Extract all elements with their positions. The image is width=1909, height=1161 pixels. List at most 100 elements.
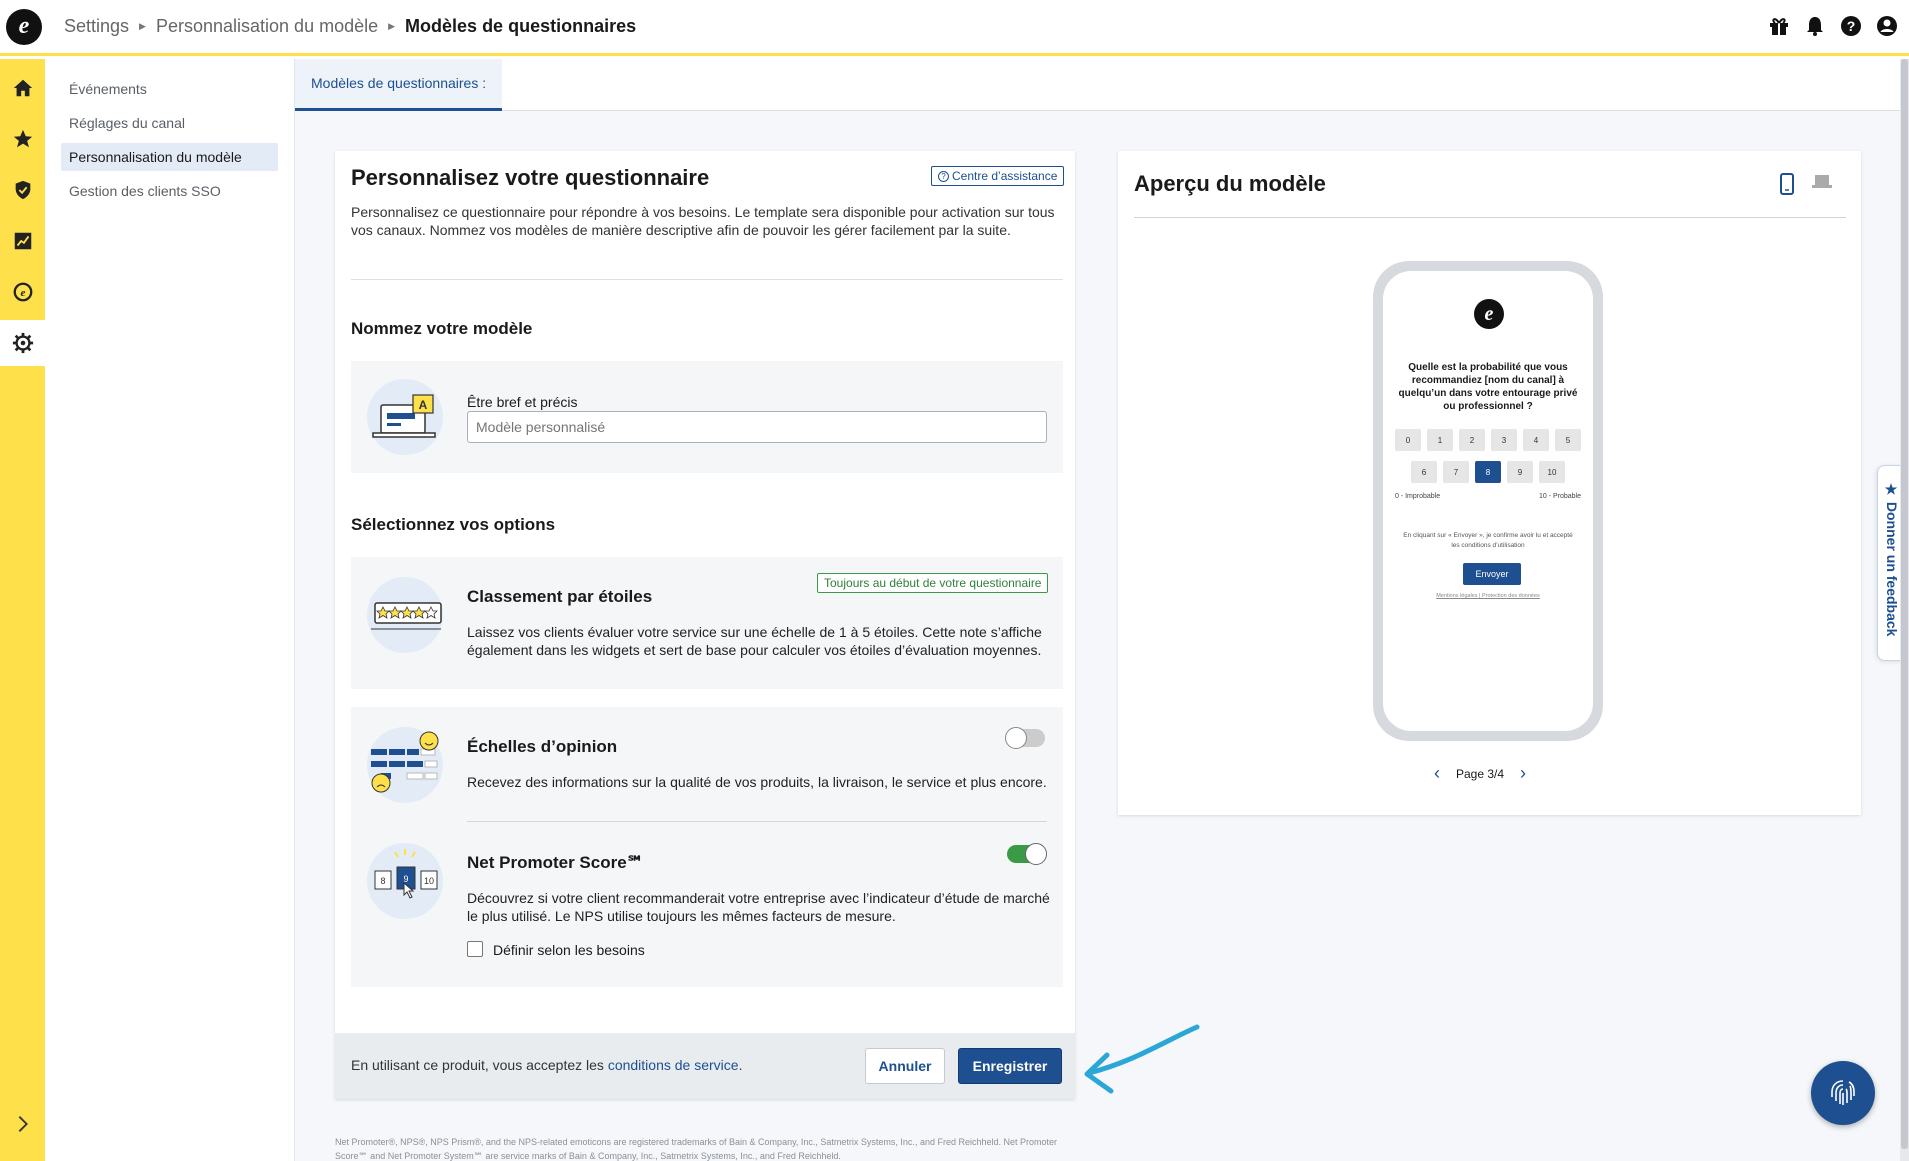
- nps-illustration-icon: 8 9 10: [367, 843, 443, 919]
- tab-modeles-questionnaires[interactable]: Modèles de questionnaires :: [295, 59, 503, 111]
- form-title: Personnalisez votre questionnaire: [351, 165, 710, 190]
- breadcrumb-separator-icon: ▶: [388, 21, 396, 31]
- terms-link[interactable]: conditions de service: [608, 1057, 739, 1073]
- subnav-item-personnalisation[interactable]: Personnalisation du modèle: [61, 143, 278, 171]
- template-name-input[interactable]: [467, 411, 1047, 443]
- bell-icon[interactable]: [1803, 14, 1827, 38]
- nps-illu-number: 10: [424, 876, 434, 886]
- phone-screen: e Quelle est la probabilité que vous rec…: [1383, 271, 1593, 731]
- toggle-knob: [1005, 727, 1027, 749]
- settings-subnav: Événements Réglages du canal Personnalis…: [45, 59, 295, 1161]
- preview-logo: e: [1474, 299, 1504, 329]
- preview-card: Aperçu du modèle e Quelle est la probabi…: [1118, 151, 1861, 815]
- preview-footer-links: Mentions légales | Protection des donnée…: [1436, 593, 1540, 599]
- e-badge-icon[interactable]: e: [0, 269, 45, 315]
- form-footer: En utilisant ce produit, vous acceptez l…: [335, 1033, 1075, 1099]
- cancel-button[interactable]: Annuler: [865, 1048, 945, 1084]
- preview-title: Aperçu du modèle: [1134, 171, 1326, 196]
- nps-illu-number: 8: [380, 876, 385, 886]
- option-nps-title: Net Promoter Score℠: [467, 853, 644, 872]
- option-star-rating: Toujours au début de votre questionnaire…: [351, 557, 1063, 689]
- star-icon[interactable]: [0, 116, 45, 162]
- shield-icon[interactable]: [0, 167, 45, 213]
- home-icon[interactable]: [0, 65, 45, 111]
- subnav-item-evenements[interactable]: Événements: [61, 75, 278, 103]
- nps-row-1: 0 1 2 3 4 5: [1395, 429, 1581, 451]
- option-nps-desc: Découvrez si votre client recommanderait…: [467, 890, 1050, 924]
- name-section-title: Nommez votre modèle: [351, 319, 533, 338]
- nps-option[interactable]: 3: [1491, 429, 1517, 451]
- save-button[interactable]: Enregistrer: [958, 1048, 1062, 1084]
- nps-option[interactable]: 1: [1427, 429, 1453, 451]
- template-name-label: Être bref et précis: [467, 394, 578, 410]
- preview-consent: En cliquant sur « Envoyer », je confirme…: [1403, 532, 1573, 549]
- fingerprint-chat-button[interactable]: [1811, 1061, 1875, 1125]
- user-icon[interactable]: [1875, 14, 1899, 38]
- terms-text: En utilisant ce produit, vous acceptez l…: [351, 1057, 604, 1073]
- top-bar: e Settings ▶ Personnalisation du modèle …: [0, 0, 1909, 56]
- nps-custom-checkbox-label[interactable]: Définir selon les besoins: [493, 942, 645, 958]
- preview-pager: ‹ Page 3/4 ›: [1434, 763, 1526, 784]
- svg-text:e: e: [20, 287, 25, 299]
- subnav-item-reglages-canal[interactable]: Réglages du canal: [61, 109, 278, 137]
- nps-option[interactable]: 5: [1555, 429, 1581, 451]
- terms-suffix: .: [738, 1057, 743, 1073]
- main-nav-rail: e: [0, 59, 45, 1161]
- nps-custom-checkbox[interactable]: [467, 941, 483, 957]
- next-page-chevron-icon[interactable]: ›: [1520, 763, 1526, 784]
- nps-option[interactable]: 9: [1507, 461, 1533, 483]
- mobile-device-icon[interactable]: [1780, 173, 1794, 200]
- subnav-item-gestion-sso[interactable]: Gestion des clients SSO: [61, 177, 278, 205]
- option-scales-desc: Recevez des informations sur la qualité …: [467, 774, 1047, 790]
- option-scales-title: Échelles d’opinion: [467, 737, 618, 756]
- device-switcher: [1780, 173, 1832, 200]
- divider: [351, 279, 1063, 280]
- opinion-scales-illustration-icon: [367, 727, 443, 803]
- nps-option[interactable]: 10: [1539, 461, 1565, 483]
- gear-icon[interactable]: [0, 320, 45, 366]
- nps-option[interactable]: 0: [1395, 429, 1421, 451]
- svg-text:A: A: [419, 398, 428, 412]
- help-center-link[interactable]: ? Centre d’assistance: [931, 166, 1065, 186]
- option-star-title: Classement par étoiles: [467, 587, 653, 606]
- questionnaire-form-card: Personnalisez votre questionnaire ? Centr…: [335, 151, 1075, 1099]
- brand-logo[interactable]: e: [6, 8, 42, 45]
- option-divider: [467, 821, 1047, 822]
- help-icon[interactable]: ?: [1839, 14, 1863, 38]
- nps-option-selected[interactable]: 8: [1475, 461, 1501, 483]
- opinion-scales-toggle[interactable]: [1005, 727, 1045, 749]
- gift-icon[interactable]: [1767, 14, 1791, 38]
- page-scrollbar-thumb[interactable]: [1901, 59, 1908, 1149]
- annotation-arrow-icon: [1084, 1024, 1200, 1094]
- preview-send-button: Envoyer: [1463, 563, 1521, 585]
- breadcrumb: Settings ▶ Personnalisation du modèle ▶ …: [64, 16, 636, 37]
- top-icons: ?: [1767, 14, 1899, 38]
- nps-toggle[interactable]: [1007, 843, 1047, 865]
- nps-option[interactable]: 2: [1459, 429, 1485, 451]
- breadcrumb-settings[interactable]: Settings: [64, 16, 129, 37]
- chevron-right-icon[interactable]: [0, 1101, 45, 1147]
- prev-page-chevron-icon[interactable]: ‹: [1434, 763, 1440, 784]
- nps-option[interactable]: 4: [1523, 429, 1549, 451]
- help-center-label: Centre d’assistance: [952, 169, 1058, 183]
- options-section-title: Sélectionnez vos options: [351, 515, 556, 534]
- page-indicator: Page 3/4: [1456, 766, 1505, 781]
- fingerprint-icon: [1831, 1080, 1855, 1105]
- option-group-scales-nps: Échelles d’opinion Recevez des informati…: [351, 707, 1063, 987]
- breadcrumb-personnalisation[interactable]: Personnalisation du modèle: [156, 16, 378, 37]
- tab-bar: Modèles de questionnaires :: [295, 59, 1900, 111]
- option-star-desc: Laissez vos clients évaluer votre servic…: [467, 624, 1042, 658]
- desktop-device-icon[interactable]: [1812, 173, 1832, 200]
- nps-low-label: 0 - Improbable: [1395, 493, 1441, 500]
- chart-icon[interactable]: [0, 218, 45, 264]
- feedback-label: ★ Donner un feedback: [1884, 482, 1900, 637]
- nps-illu-number: 9: [403, 874, 408, 884]
- star-rating-illustration-icon: [367, 577, 443, 653]
- nps-option[interactable]: 6: [1411, 461, 1437, 483]
- always-first-badge: Toujours au début de votre questionnaire: [817, 573, 1049, 593]
- form-intro: Personnalisez ce questionnaire pour répo…: [351, 204, 1055, 238]
- nps-option[interactable]: 7: [1443, 461, 1469, 483]
- phone-mockup: e Quelle est la probabilité que vous rec…: [1373, 261, 1603, 741]
- preview-question: Quelle est la probabilité que vous recom…: [1398, 362, 1578, 412]
- page-title: Modèles de questionnaires: [405, 16, 637, 36]
